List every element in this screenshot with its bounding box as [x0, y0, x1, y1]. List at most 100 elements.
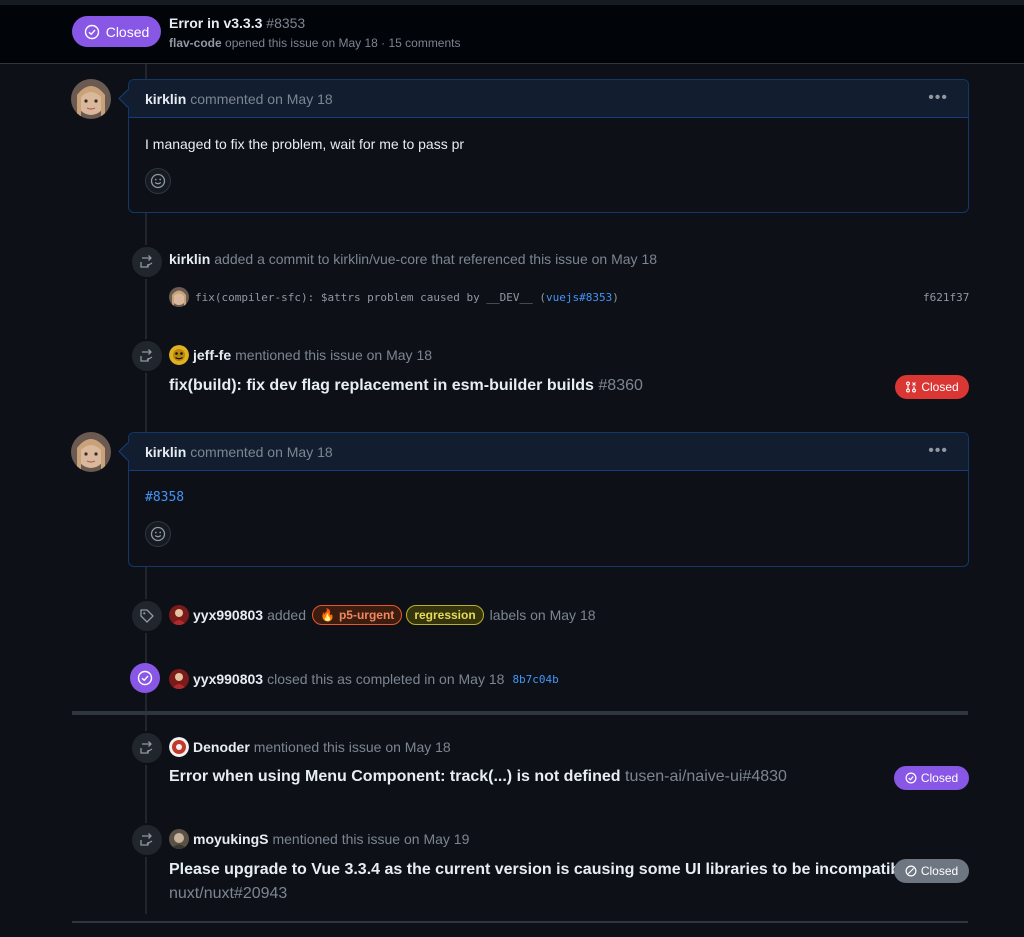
comment-header: kirklin commented on May 18 ••• — [118, 433, 968, 471]
issue-author-link[interactable]: flav-code — [169, 36, 222, 50]
mention-event-line: Denoder mentioned this issue on May 18 — [169, 737, 451, 757]
closed-event-line: yyx990803 closed this as completed in on… — [169, 669, 559, 689]
label-text: p5-urgent — [338, 608, 395, 622]
referenced-pr-title[interactable]: fix(build): fix dev flag replacement in … — [169, 377, 643, 395]
comment-timestamp[interactable]: commented on May 18 — [190, 444, 332, 460]
tag-icon — [140, 609, 154, 623]
event-text: mentioned this issue on May 18 — [253, 739, 451, 755]
referenced-issue-title-text: Error when using Menu Component: track(.… — [169, 768, 621, 785]
issue-state-label: Closed — [105, 23, 150, 40]
yyx990803-avatar-image — [169, 605, 189, 625]
commit-message-close: ) — [612, 291, 619, 304]
comment-author[interactable]: kirklin — [145, 91, 186, 107]
commit-message[interactable]: fix(compiler-sfc): $attrs problem caused… — [195, 291, 619, 304]
issue-state-badge: Closed — [72, 16, 161, 47]
add-reaction-button[interactable] — [145, 168, 171, 194]
comment-card: kirklin commented on May 18 ••• I manage… — [118, 79, 969, 213]
comment-body-text: I managed to fix the problem, wait for m… — [145, 136, 465, 152]
issue-title[interactable]: Error in v3.3.3 #8353 — [169, 15, 305, 31]
label-regression[interactable]: regression — [406, 605, 484, 625]
moyukings-avatar-image — [169, 829, 189, 849]
cross-reference-icon — [140, 255, 153, 268]
comment-header: kirklin commented on May 18 ••• — [118, 80, 968, 118]
timeline-divider — [72, 711, 968, 715]
event-text: added — [267, 607, 307, 623]
event-actor[interactable]: yyx990803 — [193, 607, 263, 623]
fire-icon: 🔥 — [320, 608, 335, 622]
comment-timestamp[interactable]: commented on May 18 — [190, 91, 332, 107]
timeline-divider — [72, 921, 968, 923]
smiley-icon — [150, 526, 166, 542]
pr-closed-badge: Closed — [895, 375, 969, 399]
event-text: added a commit to kirklin/vue-core that … — [214, 251, 658, 267]
label-p5-urgent[interactable]: 🔥 p5-urgent — [312, 605, 403, 625]
referenced-pr-title-text: fix(build): fix dev flag replacement in … — [169, 377, 594, 394]
comment-caret — [118, 89, 137, 108]
event-actor[interactable]: moyukingS — [193, 831, 268, 847]
yyx990803-avatar[interactable] — [169, 669, 189, 689]
issue-closed-badge: Closed — [894, 859, 969, 883]
kebab-menu-icon[interactable]: ••• — [928, 89, 948, 107]
kirklin-avatar-image — [71, 432, 111, 472]
closed-skip-icon — [905, 865, 917, 877]
denoder-avatar[interactable] — [169, 737, 189, 757]
issue-title-text: Error in v3.3.3 — [169, 15, 263, 31]
label-text: regression — [414, 608, 476, 622]
cross-reference-badge — [130, 339, 164, 373]
pr-closed-label: Closed — [921, 380, 959, 394]
issue-number: #8353 — [266, 15, 306, 31]
smiley-icon — [150, 173, 166, 189]
commit-sha-link[interactable]: f621f37 — [923, 291, 969, 304]
commit-issue-link[interactable]: vuejs#8353 — [546, 291, 612, 304]
referenced-issue-number[interactable]: nuxt/nuxt#20943 — [169, 885, 287, 903]
closed-event-badge — [130, 663, 160, 693]
referenced-pr-number: #8360 — [598, 377, 643, 394]
kebab-menu-icon[interactable]: ••• — [928, 442, 948, 460]
avatar-kirklin[interactable] — [71, 432, 111, 472]
event-text: mentioned this issue on May 19 — [272, 831, 470, 847]
jeff-fe-avatar[interactable] — [169, 345, 189, 365]
comment-author[interactable]: kirklin — [145, 444, 186, 460]
issue-reference-link[interactable]: #8358 — [145, 490, 952, 505]
closed-check-icon — [905, 772, 917, 784]
mention-event-line: moyukingS mentioned this issue on May 19 — [169, 829, 469, 849]
yyx990803-avatar[interactable] — [169, 605, 189, 625]
event-actor[interactable]: yyx990803 — [193, 671, 263, 687]
jeff-fe-avatar-image — [169, 345, 189, 365]
event-text: mentioned this issue on May 18 — [235, 347, 433, 363]
pr-closed-icon — [906, 381, 917, 393]
closed-check-icon — [84, 24, 99, 39]
moyukings-avatar[interactable] — [169, 829, 189, 849]
add-reaction-button[interactable] — [145, 521, 171, 547]
comment-card: kirklin commented on May 18 ••• #8358 — [118, 432, 969, 567]
issue-sticky-header: Closed Error in v3.3.3 #8353 flav-code o… — [0, 0, 1024, 64]
event-text: closed this as completed in on May 18 — [267, 671, 505, 687]
kirklin-mini-avatar — [169, 287, 189, 307]
event-text-suffix: labels on May 18 — [489, 607, 596, 623]
comment-caret — [118, 442, 137, 461]
mention-event-line: jeff-fe mentioned this issue on May 18 — [169, 345, 432, 365]
commit-event-line: kirklin added a commit to kirklin/vue-co… — [169, 251, 657, 267]
header-topline — [0, 0, 1024, 5]
cross-reference-icon — [140, 833, 153, 846]
commit-message-text: fix(compiler-sfc): $attrs problem caused… — [195, 291, 546, 304]
referenced-issue-title[interactable]: Please upgrade to Vue 3.3.4 as the curre… — [169, 861, 914, 879]
closing-commit-link[interactable]: 8b7c04b — [512, 673, 558, 686]
cross-reference-badge — [130, 731, 164, 765]
event-actor[interactable]: kirklin — [169, 251, 210, 267]
issue-subtitle: flav-code opened this issue on May 18 · … — [169, 36, 461, 50]
closed-check-icon — [137, 670, 153, 686]
yyx990803-avatar-image — [169, 669, 189, 689]
avatar-kirklin[interactable] — [71, 79, 111, 119]
denoder-avatar-image — [169, 737, 189, 757]
event-actor[interactable]: Denoder — [193, 739, 250, 755]
cross-reference-icon — [140, 741, 153, 754]
referenced-issue-number: tusen-ai/naive-ui#4830 — [625, 768, 787, 785]
referenced-issue-title[interactable]: Error when using Menu Component: track(.… — [169, 768, 787, 786]
event-actor[interactable]: jeff-fe — [193, 347, 231, 363]
commit-author-avatar[interactable] — [169, 287, 189, 307]
referenced-issue-title-text: Please upgrade to Vue 3.3.4 as the curre… — [169, 861, 914, 878]
cross-reference-badge — [130, 245, 164, 279]
label-event-badge — [130, 599, 164, 633]
issue-subtitle-text: opened this issue on May 18 · 15 comment… — [225, 36, 461, 50]
